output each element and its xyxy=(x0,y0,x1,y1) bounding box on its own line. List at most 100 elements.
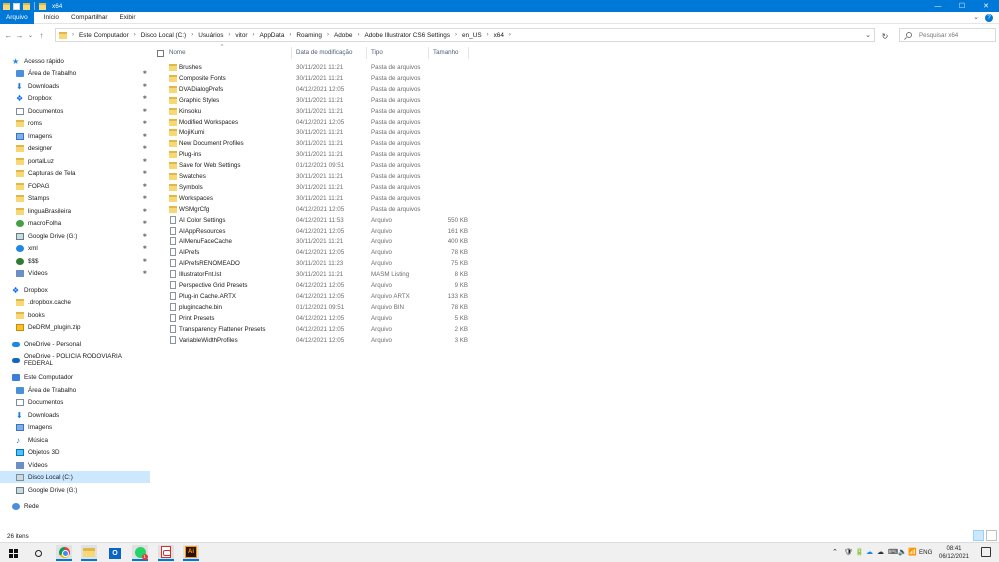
file-row[interactable]: AI Color Settings 04/12/2021 11:53 Arquivo… xyxy=(155,215,475,226)
pin-icon[interactable]: ✱ xyxy=(143,233,147,239)
start-button[interactable] xyxy=(5,545,21,561)
column-divider[interactable] xyxy=(468,47,469,59)
file-row[interactable]: AIMenuFaceCache 30/11/2021 11:21 Arquivo 40… xyxy=(155,236,475,247)
breadcrumb-disco-local[interactable]: Disco Local (C:) xyxy=(141,32,186,39)
chevron-right-icon[interactable]: › xyxy=(191,32,193,38)
pin-icon[interactable]: ✱ xyxy=(143,120,147,126)
sidebar-item-pc-google-drive[interactable]: Google Drive (G:) xyxy=(0,484,150,496)
sidebar-item-este-computador[interactable]: Este Computador xyxy=(0,371,150,383)
pin-icon[interactable]: ✱ xyxy=(143,83,147,89)
pin-icon[interactable]: ✱ xyxy=(143,158,147,164)
address-bar[interactable]: › Este Computador › Disco Local (C:) › U… xyxy=(55,28,875,42)
volume-icon[interactable]: 🔈 xyxy=(898,548,907,556)
file-row[interactable]: Swatches 30/11/2021 11:21 Pasta de arquivo… xyxy=(155,171,475,182)
large-icons-view-button[interactable] xyxy=(986,530,997,541)
sidebar-item-stamps[interactable]: Stamps ✱ xyxy=(0,192,150,204)
sidebar-item-xml[interactable]: xml ✱ xyxy=(0,242,150,254)
language-indicator[interactable]: ENG xyxy=(919,549,932,556)
address-dropdown-icon[interactable]: ⌄ xyxy=(865,31,871,39)
sidebar-item-pc-musica[interactable]: ♪ Música xyxy=(0,434,150,446)
help-icon[interactable]: ? xyxy=(985,14,993,22)
expand-ribbon-icon[interactable]: ⌄ xyxy=(973,13,979,21)
clock[interactable]: 08:41 06/12/2021 xyxy=(936,545,972,561)
pin-icon[interactable]: ✱ xyxy=(143,183,147,189)
file-row[interactable]: Plug-ins 30/11/2021 11:21 Pasta de arquivo… xyxy=(155,149,475,160)
file-row[interactable]: Brushes 30/11/2021 11:21 Pasta de arquivos xyxy=(155,62,475,73)
forward-arrow-icon[interactable]: → xyxy=(14,28,25,42)
tab-compartilhar[interactable]: Compartilhar xyxy=(65,12,114,24)
sidebar-item-dedrm-zip[interactable]: DeDRM_plugin.zip xyxy=(0,321,150,333)
pin-icon[interactable]: ✱ xyxy=(143,170,147,176)
pin-icon[interactable]: ✱ xyxy=(143,133,147,139)
pin-icon[interactable]: ✱ xyxy=(143,258,147,264)
pin-icon[interactable]: ✱ xyxy=(143,245,147,251)
sidebar-item-dropbox[interactable]: ❖ Dropbox ✱ xyxy=(0,92,150,104)
sidebar-item-onedrive-personal[interactable]: OneDrive - Personal xyxy=(0,338,150,350)
file-row[interactable]: plugincache.bin 01/12/2021 09:51 Arquivo B… xyxy=(155,302,475,313)
sidebar-item-fopag[interactable]: FOPAG ✱ xyxy=(0,180,150,192)
file-row[interactable]: AIPrefs 04/12/2021 12:05 Arquivo 78 KB xyxy=(155,247,475,258)
wifi-icon[interactable]: 📶 xyxy=(908,548,917,556)
chevron-right-icon[interactable]: › xyxy=(228,32,230,38)
breadcrumb-appdata[interactable]: AppData xyxy=(260,32,285,39)
taskbar-chrome[interactable] xyxy=(56,545,72,561)
sidebar-item-imagens[interactable]: Imagens ✱ xyxy=(0,130,150,142)
breadcrumb-usuarios[interactable]: Usuários xyxy=(198,32,223,39)
pin-icon[interactable]: ✱ xyxy=(143,95,147,101)
breadcrumb-illustrator-settings[interactable]: Adobe Illustrator CS6 Settings xyxy=(364,32,450,39)
file-row[interactable]: Save for Web Settings 01/12/2021 09:51 Pas… xyxy=(155,160,475,171)
chevron-right-icon[interactable]: › xyxy=(357,32,359,38)
new-folder-icon[interactable] xyxy=(23,2,30,10)
file-row[interactable]: AIPrefsRENOMEADO 30/11/2021 11:23 Arquivo 7… xyxy=(155,258,475,269)
close-button[interactable]: ✕ xyxy=(974,0,998,12)
file-row[interactable]: Graphic Styles 30/11/2021 11:21 Pasta de a… xyxy=(155,95,475,106)
taskbar-file-explorer[interactable] xyxy=(81,545,97,561)
pin-icon[interactable]: ✱ xyxy=(143,208,147,214)
file-row[interactable]: Transparency Flattener Presets 04/12/2021… xyxy=(155,324,475,335)
onedrive-tray-icon[interactable]: ☁ xyxy=(866,548,873,556)
refresh-icon[interactable]: ↻ xyxy=(879,30,891,42)
sidebar-item-pc-imagens[interactable]: Imagens xyxy=(0,421,150,433)
column-size[interactable]: Tamanho xyxy=(433,49,458,56)
column-name[interactable]: Nome xyxy=(169,49,186,56)
maximize-button[interactable]: ☐ xyxy=(950,0,974,12)
sidebar-item-acesso-rapido[interactable]: ★ Acesso rápido xyxy=(0,55,150,67)
sidebar-item-capturas-de-tela[interactable]: Capturas de Tela ✱ xyxy=(0,167,150,179)
select-all-checkbox[interactable] xyxy=(157,49,164,57)
file-row[interactable]: IllustratorFnt.lst 30/11/2021 11:21 MASM L… xyxy=(155,269,475,280)
pin-icon[interactable]: ✱ xyxy=(143,195,147,201)
pin-icon[interactable]: ✱ xyxy=(143,270,147,276)
sidebar-item-pc-objetos-3d[interactable]: Objetos 3D xyxy=(0,446,150,458)
sidebar-item-designer[interactable]: designer ✱ xyxy=(0,142,150,154)
up-arrow-icon[interactable]: ↑ xyxy=(36,28,47,42)
chevron-right-icon[interactable]: › xyxy=(327,32,329,38)
file-row[interactable]: Print Presets 04/12/2021 12:05 Arquivo 5 KB xyxy=(155,313,475,324)
breadcrumb-roaming[interactable]: Roaming xyxy=(296,32,322,39)
breadcrumb-este-computador[interactable]: Este Computador xyxy=(79,32,129,39)
chevron-right-icon[interactable]: › xyxy=(289,32,291,38)
sidebar-item-documentos[interactable]: Documentos ✱ xyxy=(0,105,150,117)
security-icon[interactable]: 🛡 xyxy=(844,548,853,556)
onedrive-business-tray-icon[interactable]: ☁ xyxy=(877,548,884,556)
file-row[interactable]: Symbols 30/11/2021 11:21 Pasta de arquivos xyxy=(155,182,475,193)
tab-exibir[interactable]: Exibir xyxy=(114,12,142,24)
file-row[interactable]: Plug-in Cache.ARTX 04/12/2021 12:05 Arquiv… xyxy=(155,291,475,302)
sidebar-item-onedrive-business[interactable]: OneDrive - POLICIA RODOVIARIA FEDERAL xyxy=(0,353,150,367)
chevron-right-icon[interactable]: › xyxy=(487,32,489,38)
file-row[interactable]: Workspaces 30/11/2021 11:21 Pasta de arqui… xyxy=(155,193,475,204)
sidebar-item-videos[interactable]: Vídeos ✱ xyxy=(0,267,150,279)
back-arrow-icon[interactable]: ← xyxy=(3,28,14,42)
chevron-right-icon[interactable]: › xyxy=(134,32,136,38)
file-row[interactable]: DVADialogPrefs 04/12/2021 12:05 Pasta de a… xyxy=(155,84,475,95)
recent-locations-icon[interactable]: ⌄ xyxy=(25,28,36,42)
search-input[interactable]: Pesquisar x64 xyxy=(899,28,996,42)
sidebar-item-disco-local[interactable]: Disco Local (C:) xyxy=(0,471,150,483)
sidebar-item-books[interactable]: books xyxy=(0,309,150,321)
details-view-button[interactable] xyxy=(973,530,984,541)
keyboard-icon[interactable]: ⌨ xyxy=(888,548,898,556)
breadcrumb-vitor[interactable]: vitor xyxy=(235,32,247,39)
file-row[interactable]: Modified Workspaces 04/12/2021 12:05 Pasta… xyxy=(155,117,475,128)
breadcrumb-x64[interactable]: x64 xyxy=(494,32,504,39)
file-row[interactable]: Kinsoku 30/11/2021 11:21 Pasta de arquivos xyxy=(155,106,475,117)
sidebar-item-dropbox-cache[interactable]: .dropbox.cache xyxy=(0,296,150,308)
